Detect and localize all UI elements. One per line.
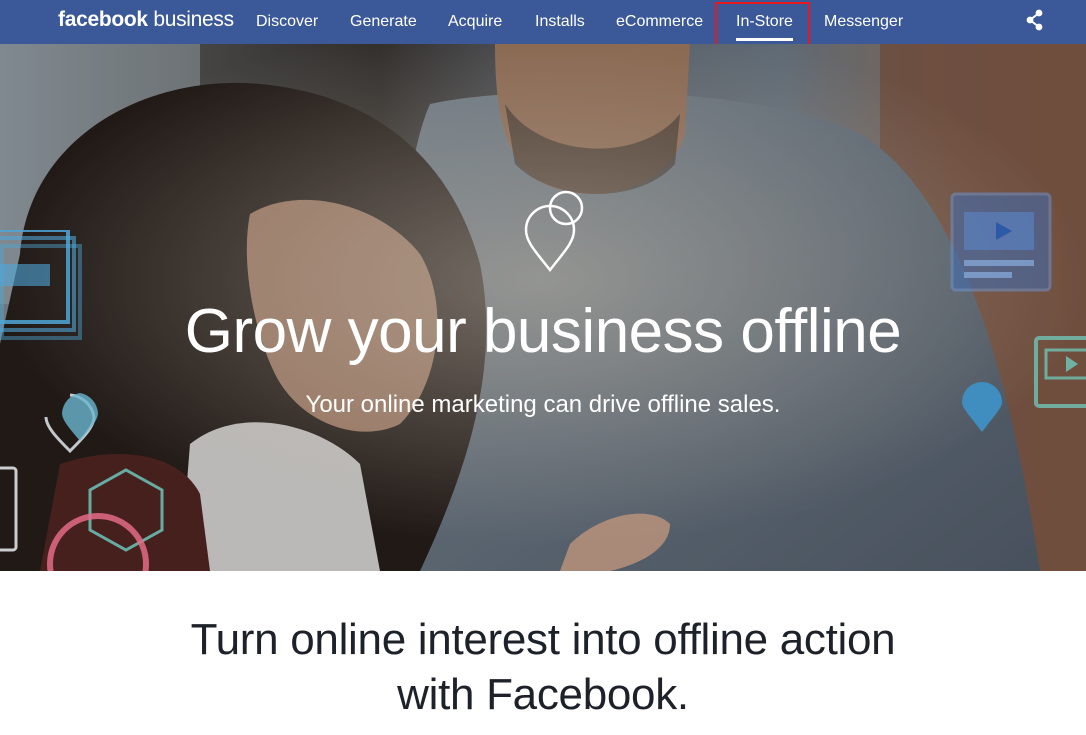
- left-edge-card-icon: [0, 466, 18, 552]
- section-heading-line2: with Facebook.: [397, 670, 689, 719]
- video-card-icon: [950, 192, 1052, 292]
- nav-item-ecommerce[interactable]: eCommerce: [616, 0, 703, 44]
- section-heading: Turn online interest into offline action…: [0, 612, 1086, 722]
- nav-item-installs[interactable]: Installs: [535, 0, 585, 44]
- nav-item-messenger[interactable]: Messenger: [824, 0, 903, 44]
- nav-item-generate[interactable]: Generate: [350, 0, 417, 44]
- nav-item-acquire[interactable]: Acquire: [448, 0, 502, 44]
- in-store-highlight-box: [715, 2, 810, 46]
- pink-ring-icon: [47, 513, 149, 571]
- location-pins-icon: [524, 190, 584, 272]
- share-icon[interactable]: [1024, 9, 1046, 31]
- hero-title: Grow your business offline: [184, 297, 902, 366]
- section-heading-line1: Turn online interest into offline action: [190, 615, 896, 664]
- brand-business: business: [153, 8, 234, 31]
- hero-subtitle: Your online marketing can drive offline …: [305, 391, 781, 418]
- nav-item-discover[interactable]: Discover: [256, 0, 318, 44]
- facebook-business-logo[interactable]: facebook business: [58, 8, 234, 32]
- hero-banner: Grow your business offline Your online m…: [0, 44, 1086, 571]
- brand-facebook: facebook: [58, 8, 148, 31]
- top-nav: facebook business Discover Generate Acqu…: [0, 0, 1086, 44]
